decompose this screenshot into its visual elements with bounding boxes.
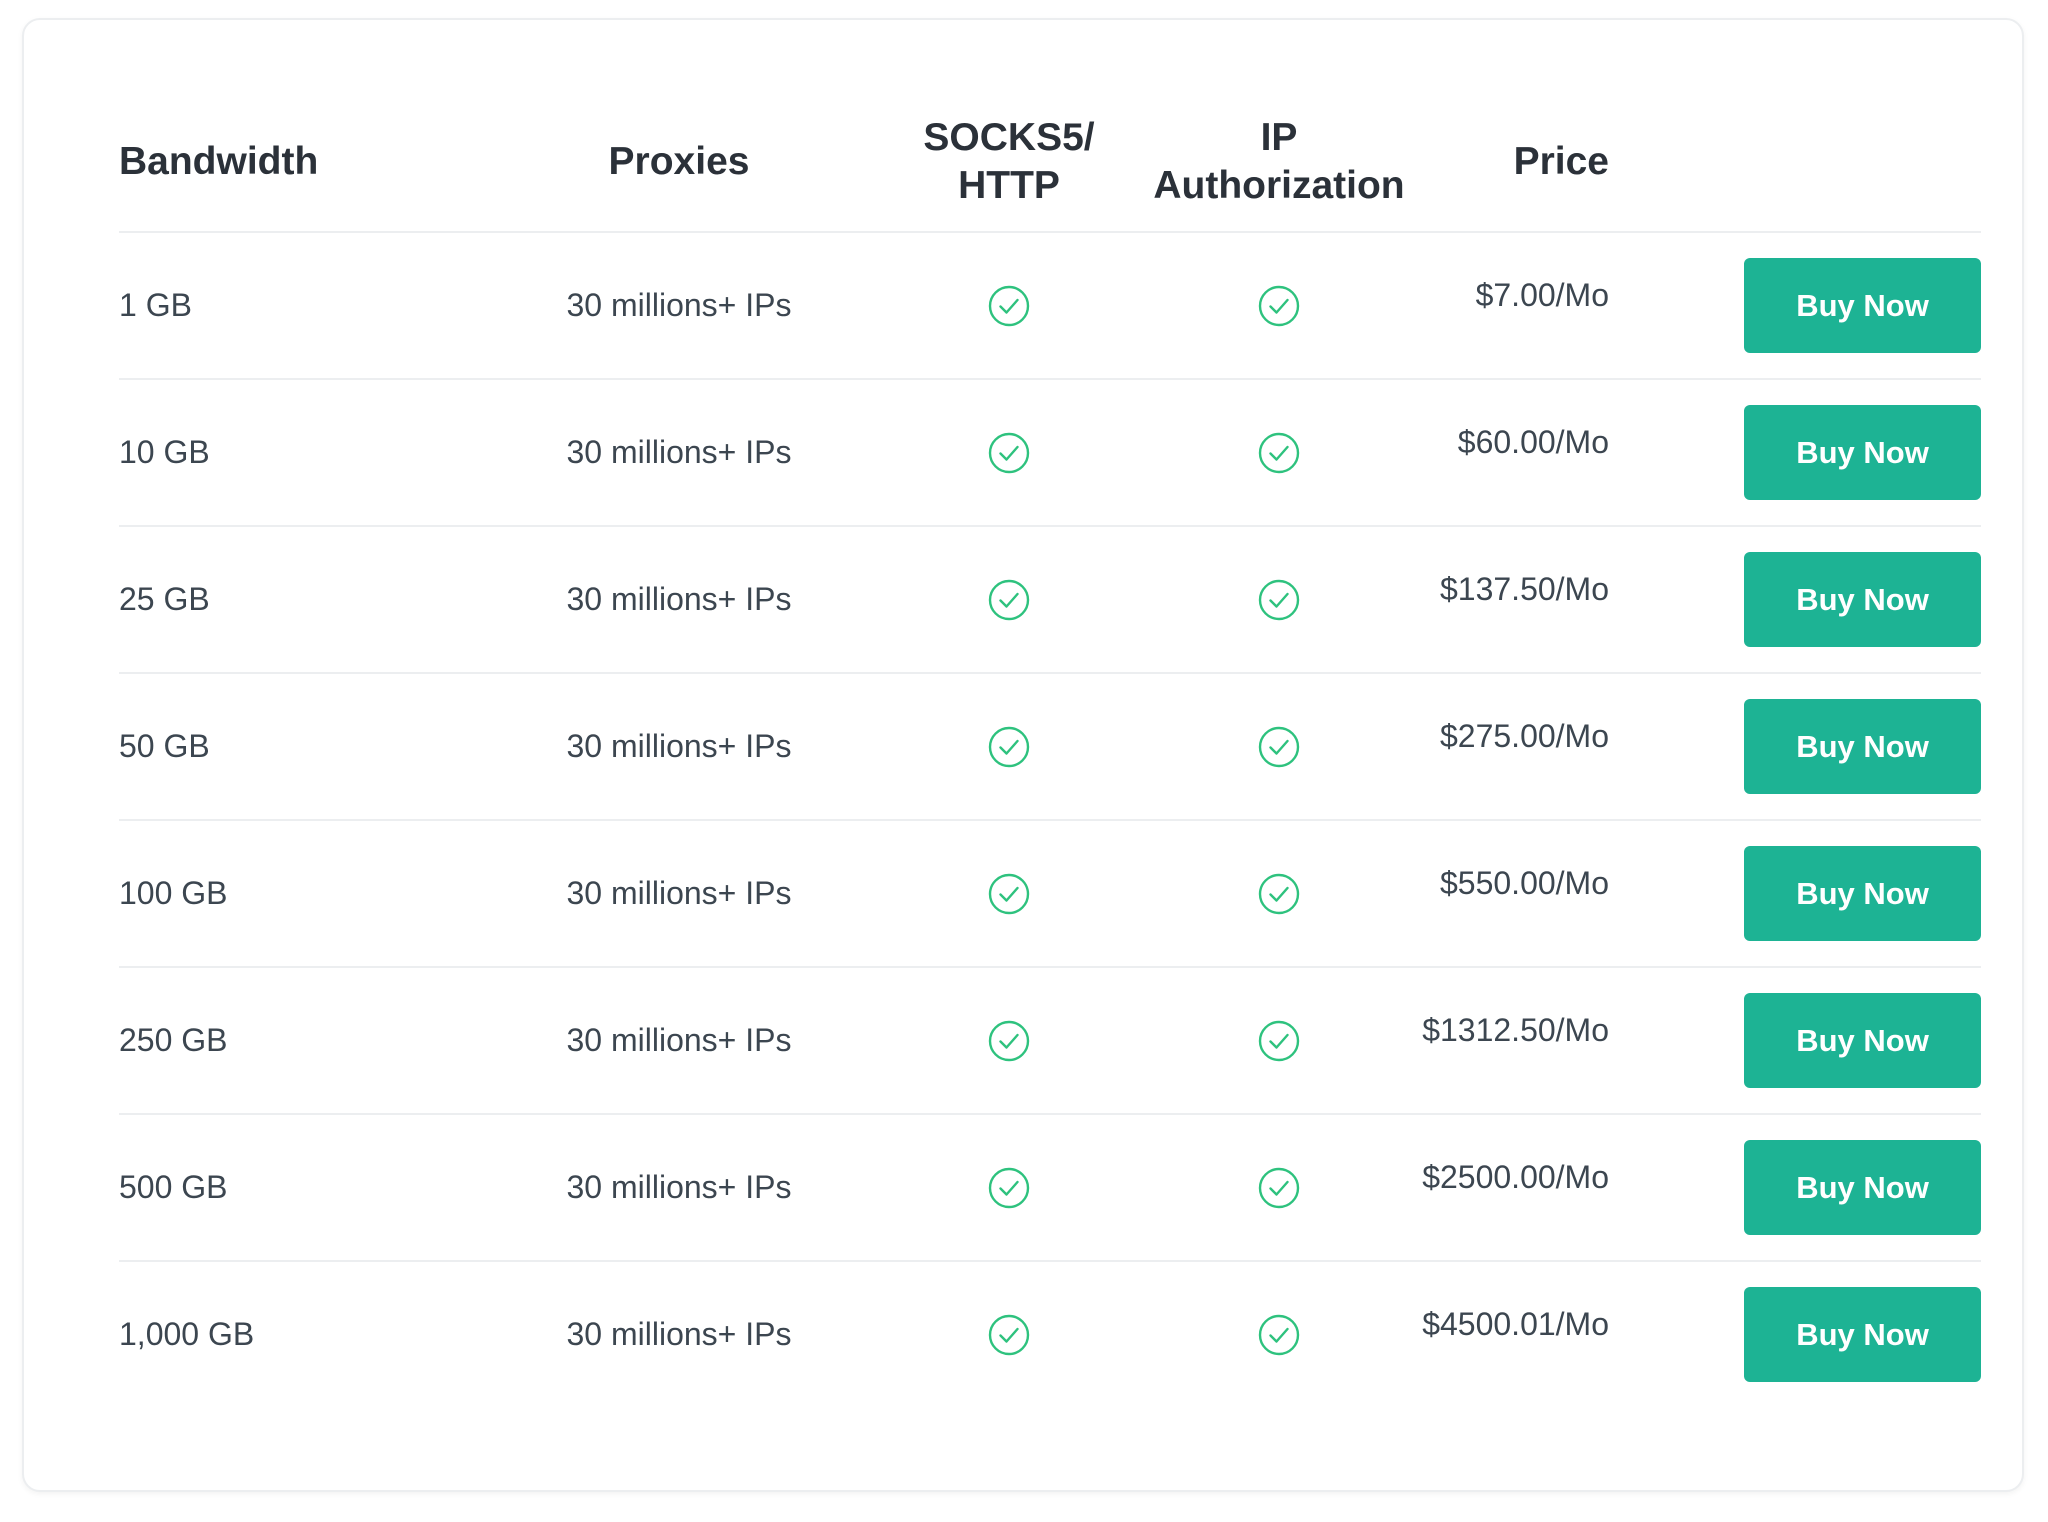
check-circle-icon [1258, 726, 1300, 768]
header-socks5-http: SOCKS5/ HTTP [859, 92, 1159, 231]
socks5-http-cell [859, 1262, 1159, 1407]
bandwidth-cell: 25 GB [119, 581, 210, 617]
check-circle-icon [1258, 1167, 1300, 1209]
check-circle-icon [988, 285, 1030, 327]
header-socks5-line2: HTTP [958, 163, 1060, 207]
check-circle-icon [988, 1167, 1030, 1209]
table-row: 100 GB 30 millions+ IPs $550.00/Mo Buy Now [119, 821, 1981, 968]
buy-cell: Buy Now [1736, 1115, 1981, 1260]
buy-cell: Buy Now [1736, 821, 1981, 966]
socks5-http-cell [859, 233, 1159, 378]
bandwidth-cell: 1,000 GB [119, 1316, 255, 1352]
check-circle-icon [1258, 873, 1300, 915]
socks5-http-cell [859, 968, 1159, 1113]
table-row: 50 GB 30 millions+ IPs $275.00/Mo Buy Now [119, 674, 1981, 821]
buy-now-button[interactable]: Buy Now [1744, 1140, 1981, 1235]
proxies-cell: 30 millions+ IPs [566, 581, 792, 617]
header-proxies: Proxies [608, 139, 750, 183]
buy-now-button[interactable]: Buy Now [1744, 993, 1981, 1088]
socks5-http-cell [859, 1115, 1159, 1260]
check-circle-icon [988, 579, 1030, 621]
proxies-cell: 30 millions+ IPs [566, 434, 792, 470]
proxies-cell: 30 millions+ IPs [566, 875, 792, 911]
price-cell: $7.00/Mo [1475, 277, 1609, 313]
proxies-cell: 30 millions+ IPs [566, 1022, 792, 1058]
table-header-row: Bandwidth Proxies SOCKS5/ HTTP IP Author… [119, 92, 1981, 233]
buy-now-button[interactable]: Buy Now [1744, 1287, 1981, 1382]
buy-cell: Buy Now [1736, 674, 1981, 819]
table-body: 1 GB 30 millions+ IPs $7.00/Mo Buy Now 10 GB… [119, 233, 1981, 1407]
check-circle-icon [1258, 579, 1300, 621]
check-circle-icon [1258, 285, 1300, 327]
check-circle-icon [988, 1020, 1030, 1062]
bandwidth-cell: 50 GB [119, 728, 210, 764]
header-bandwidth: Bandwidth [119, 139, 319, 183]
header-socks5-line1: SOCKS5/ [923, 115, 1095, 159]
price-cell: $60.00/Mo [1457, 424, 1609, 460]
price-cell: $2500.00/Mo [1422, 1159, 1609, 1195]
buy-cell: Buy Now [1736, 1262, 1981, 1407]
header-price: Price [1513, 139, 1609, 183]
table-row: 1 GB 30 millions+ IPs $7.00/Mo Buy Now [119, 233, 1981, 380]
price-cell: $550.00/Mo [1439, 865, 1609, 901]
buy-cell: Buy Now [1736, 527, 1981, 672]
proxies-cell: 30 millions+ IPs [566, 1316, 792, 1352]
table-row: 1,000 GB 30 millions+ IPs $4500.01/Mo Buy N… [119, 1262, 1981, 1407]
price-cell: $4500.01/Mo [1422, 1306, 1609, 1342]
buy-cell: Buy Now [1736, 968, 1981, 1113]
buy-cell: Buy Now [1736, 233, 1981, 378]
proxies-cell: 30 millions+ IPs [566, 728, 792, 764]
buy-cell: Buy Now [1736, 380, 1981, 525]
bandwidth-cell: 250 GB [119, 1022, 228, 1058]
buy-now-button[interactable]: Buy Now [1744, 405, 1981, 500]
buy-now-button[interactable]: Buy Now [1744, 258, 1981, 353]
price-cell: $137.50/Mo [1439, 571, 1609, 607]
buy-now-button[interactable]: Buy Now [1744, 846, 1981, 941]
buy-now-button[interactable]: Buy Now [1744, 552, 1981, 647]
socks5-http-cell [859, 380, 1159, 525]
socks5-http-cell [859, 821, 1159, 966]
bandwidth-cell: 10 GB [119, 434, 210, 470]
proxies-cell: 30 millions+ IPs [566, 1169, 792, 1205]
price-cell: $275.00/Mo [1439, 718, 1609, 754]
bandwidth-cell: 100 GB [119, 875, 228, 911]
table-row: 250 GB 30 millions+ IPs $1312.50/Mo Buy Now [119, 968, 1981, 1115]
bandwidth-cell: 500 GB [119, 1169, 228, 1205]
price-cell: $1312.50/Mo [1422, 1012, 1609, 1048]
buy-now-button[interactable]: Buy Now [1744, 699, 1981, 794]
check-circle-icon [1258, 1314, 1300, 1356]
check-circle-icon [988, 432, 1030, 474]
check-circle-icon [988, 1314, 1030, 1356]
bandwidth-cell: 1 GB [119, 287, 192, 323]
pricing-table: Bandwidth Proxies SOCKS5/ HTTP IP Author… [119, 92, 1981, 1407]
check-circle-icon [988, 726, 1030, 768]
table-row: 10 GB 30 millions+ IPs $60.00/Mo Buy Now [119, 380, 1981, 527]
check-circle-icon [1258, 1020, 1300, 1062]
check-circle-icon [1258, 432, 1300, 474]
table-row: 25 GB 30 millions+ IPs $137.50/Mo Buy Now [119, 527, 1981, 674]
check-circle-icon [988, 873, 1030, 915]
pricing-card: Bandwidth Proxies SOCKS5/ HTTP IP Author… [22, 18, 2024, 1492]
table-row: 500 GB 30 millions+ IPs $2500.00/Mo Buy Now [119, 1115, 1981, 1262]
proxies-cell: 30 millions+ IPs [566, 287, 792, 323]
socks5-http-cell [859, 527, 1159, 672]
socks5-http-cell [859, 674, 1159, 819]
